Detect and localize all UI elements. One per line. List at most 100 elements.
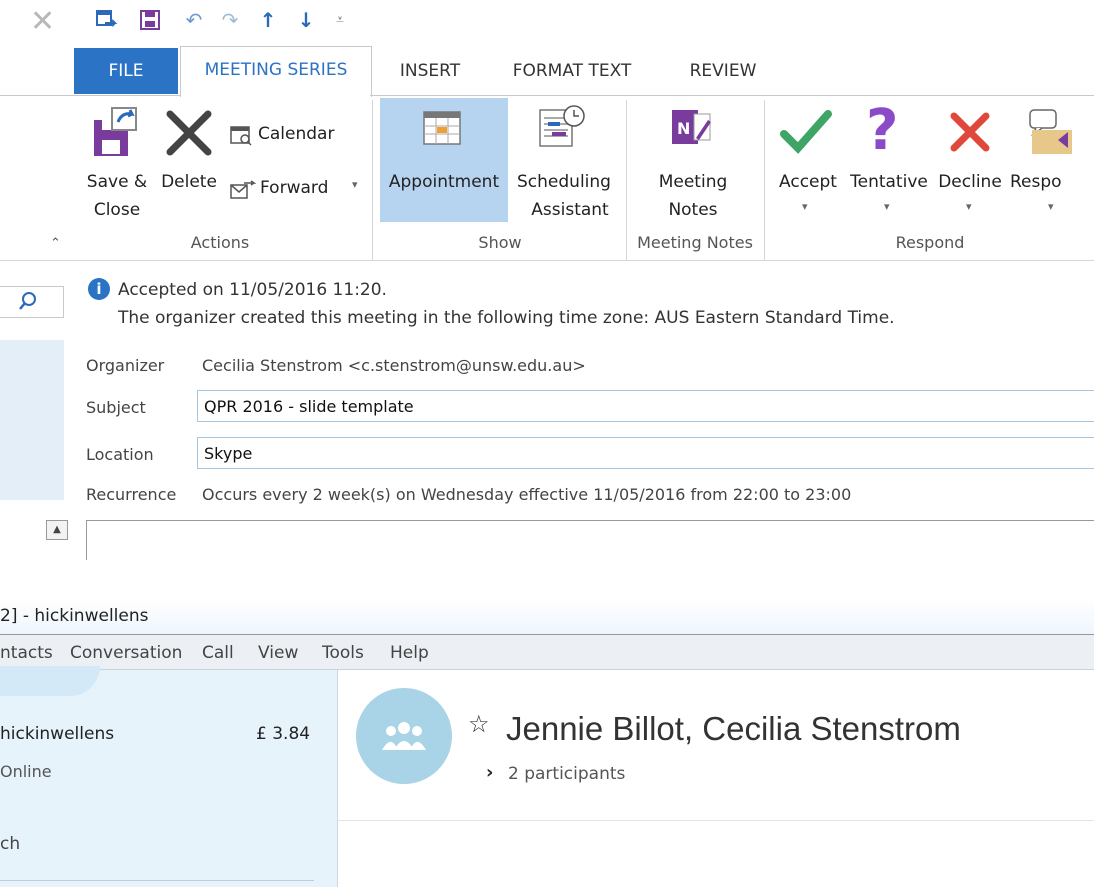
checkmark-icon bbox=[780, 106, 832, 160]
accept-label: Accept bbox=[779, 172, 837, 192]
menu-conversation[interactable]: Conversation bbox=[70, 643, 182, 663]
meeting-body-editor[interactable] bbox=[86, 520, 1094, 560]
send-receive-icon[interactable] bbox=[92, 6, 120, 34]
menu-call[interactable]: Call bbox=[202, 643, 234, 663]
scheduling-assistant-label-2: Assistant bbox=[531, 200, 609, 220]
window-title: 2] - hickinwellens bbox=[0, 606, 149, 626]
forward-label: Forward bbox=[260, 178, 329, 198]
info-icon: i bbox=[88, 278, 110, 300]
calendar-icon bbox=[230, 124, 252, 150]
outlook-meeting-window: ✕ ↶ ↷ ↑ ↓ ⩡ FILE MEETING SERIES INSERT F… bbox=[0, 0, 1094, 560]
group-label-respond: Respond bbox=[895, 233, 965, 252]
accept-dropdown-icon[interactable]: ▾ bbox=[802, 200, 808, 213]
organizer-label: Organizer bbox=[86, 356, 165, 375]
respond-label: Respo bbox=[1010, 172, 1062, 192]
appointment-label: Appointment bbox=[388, 172, 500, 192]
collapse-ribbon-icon[interactable]: ⌃ bbox=[50, 236, 61, 251]
ribbon-separator-2 bbox=[626, 100, 627, 260]
menu-tools[interactable]: Tools bbox=[322, 643, 364, 663]
forward-icon bbox=[230, 180, 257, 204]
menu-help[interactable]: Help bbox=[390, 643, 429, 663]
sidebar-decoration bbox=[0, 666, 100, 696]
save-icon[interactable] bbox=[136, 6, 164, 34]
close-icon[interactable]: ✕ bbox=[30, 4, 70, 40]
skype-title-bar: 2] - hickinwellens bbox=[0, 598, 1094, 634]
accept-button[interactable]: Accept ▾ bbox=[772, 104, 844, 224]
svg-text:N: N bbox=[677, 119, 690, 138]
group-label-show: Show bbox=[478, 233, 522, 252]
tentative-button[interactable]: ? Tentative ▾ bbox=[846, 98, 932, 224]
question-mark-icon: ? bbox=[866, 98, 899, 163]
search-fragment[interactable]: ch bbox=[0, 834, 20, 854]
favorite-star-icon[interactable]: ☆ bbox=[468, 710, 490, 738]
forward-button[interactable]: Forward ▾ bbox=[228, 174, 368, 204]
menu-contacts[interactable]: ntacts bbox=[0, 643, 53, 663]
next-item-icon[interactable]: ↓ bbox=[292, 6, 320, 34]
timezone-info-text: The organizer created this meeting in th… bbox=[118, 308, 895, 328]
calendar-label: Calendar bbox=[258, 124, 335, 144]
menu-view[interactable]: View bbox=[258, 643, 298, 663]
group-label-actions: Actions bbox=[190, 233, 250, 252]
location-input[interactable]: Skype bbox=[197, 437, 1094, 469]
menu-bar: ntacts Conversation Call View Tools Help bbox=[0, 634, 1094, 670]
tentative-dropdown-icon[interactable]: ▾ bbox=[884, 200, 890, 213]
skype-window: 2] - hickinwellens ntacts Conversation C… bbox=[0, 598, 1094, 887]
customize-toolbar-icon[interactable]: ⩡ bbox=[326, 6, 354, 34]
scheduling-assistant-button[interactable]: Scheduling Assistant bbox=[510, 98, 618, 222]
ribbon-top-border-left bbox=[0, 95, 180, 96]
profile-name[interactable]: hickinwellens bbox=[0, 724, 114, 744]
appointment-button[interactable]: Appointment bbox=[380, 98, 508, 222]
undo-icon[interactable]: ↶ bbox=[180, 6, 208, 34]
tentative-label: Tentative bbox=[850, 172, 928, 192]
accepted-info-text: Accepted on 11/05/2016 11:20. bbox=[118, 280, 387, 300]
location-label: Location bbox=[86, 445, 154, 464]
recurrence-label: Recurrence bbox=[86, 485, 177, 504]
ribbon-top-border bbox=[370, 95, 1094, 96]
respond-button[interactable]: Respo ▾ bbox=[1008, 104, 1094, 224]
left-pane-highlight bbox=[0, 340, 64, 500]
tab-insert[interactable]: INSERT bbox=[378, 48, 482, 94]
delete-button[interactable]: Delete bbox=[156, 104, 222, 224]
tab-file[interactable]: FILE bbox=[74, 48, 178, 94]
group-people-icon bbox=[380, 718, 428, 758]
conversation-title: Jennie Billot, Cecilia Stenstrom bbox=[506, 710, 961, 747]
participants-count[interactable]: 2 participants bbox=[508, 764, 625, 784]
scheduling-assistant-label-1: Scheduling bbox=[517, 172, 611, 192]
previous-item-icon[interactable]: ↑ bbox=[254, 6, 282, 34]
tab-format-text[interactable]: FORMAT TEXT bbox=[492, 48, 652, 94]
recurrence-value: Occurs every 2 week(s) on Wednesday effe… bbox=[202, 485, 852, 504]
save-close-label-2: Close bbox=[93, 200, 141, 220]
save-close-icon bbox=[90, 106, 140, 160]
decline-x-icon bbox=[948, 110, 992, 158]
redo-icon[interactable]: ↷ bbox=[216, 6, 244, 34]
skype-credit[interactable]: £ 3.84 bbox=[256, 724, 310, 744]
save-close-label-1: Save & bbox=[86, 172, 148, 192]
calendar-button[interactable]: Calendar bbox=[228, 120, 358, 150]
respond-dropdown-icon[interactable]: ▾ bbox=[1048, 200, 1054, 213]
ribbon-separator-3 bbox=[764, 100, 765, 260]
delete-label: Delete bbox=[161, 172, 217, 192]
search-box[interactable] bbox=[0, 286, 64, 318]
decline-label: Decline bbox=[938, 172, 1002, 192]
decline-button[interactable]: Decline ▾ bbox=[934, 104, 1006, 224]
skype-sidebar: hickinwellens £ 3.84 Online ch bbox=[0, 666, 338, 887]
scroll-up-button[interactable]: ▲ bbox=[46, 520, 68, 540]
appointment-icon bbox=[422, 108, 464, 152]
group-avatar[interactable] bbox=[356, 688, 452, 784]
subject-label: Subject bbox=[86, 398, 146, 417]
tab-review[interactable]: REVIEW bbox=[668, 48, 778, 94]
sidebar-divider bbox=[0, 880, 314, 881]
save-close-button[interactable]: Save & Close bbox=[80, 104, 154, 224]
forward-dropdown-icon[interactable]: ▾ bbox=[352, 178, 358, 191]
subject-input[interactable]: QPR 2016 - slide template bbox=[197, 390, 1094, 422]
ribbon-separator-1 bbox=[372, 100, 373, 260]
tab-meeting-series[interactable]: MEETING SERIES bbox=[180, 46, 372, 97]
meeting-notes-label-2: Notes bbox=[668, 200, 718, 220]
expand-participants-icon[interactable]: › bbox=[486, 762, 493, 783]
search-icon bbox=[18, 291, 38, 317]
decline-dropdown-icon[interactable]: ▾ bbox=[966, 200, 972, 213]
meeting-notes-button[interactable]: N Meeting Notes bbox=[640, 104, 750, 224]
group-label-meeting-notes: Meeting Notes bbox=[637, 233, 753, 252]
profile-status[interactable]: Online bbox=[0, 762, 52, 781]
conversation-header-divider bbox=[338, 820, 1094, 821]
